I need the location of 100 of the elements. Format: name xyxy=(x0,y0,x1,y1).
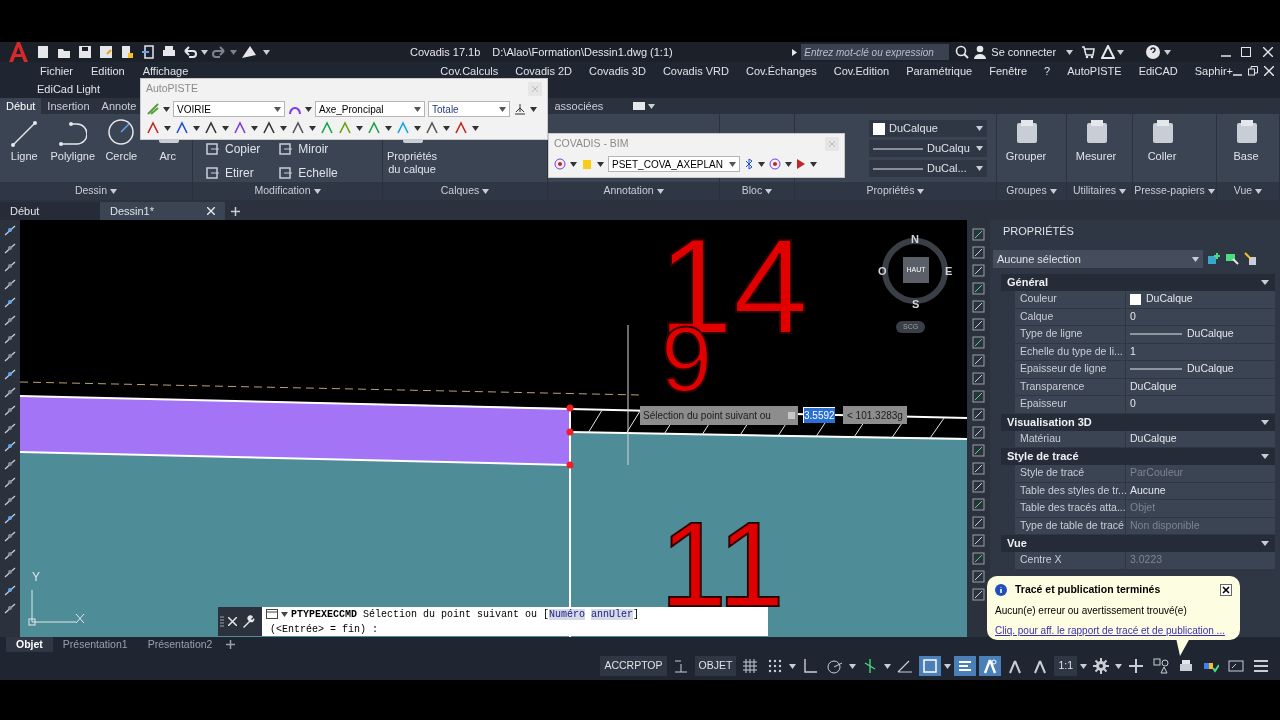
save-icon[interactable] xyxy=(78,45,92,59)
layout-tab[interactable]: Présentation1 xyxy=(52,637,138,652)
ribbon-panel-title[interactable]: Modification xyxy=(193,182,382,200)
add-layout-icon[interactable] xyxy=(226,640,236,649)
search-icon[interactable] xyxy=(955,45,970,59)
drawing-tool-icon[interactable] xyxy=(972,228,985,241)
ribbon-tool-button[interactable]: Grouper xyxy=(1001,118,1051,163)
drawing-tool-icon[interactable] xyxy=(4,350,16,363)
caret-icon[interactable] xyxy=(274,106,281,112)
caret-icon[interactable] xyxy=(313,188,321,194)
print-icon[interactable] xyxy=(162,45,176,59)
drawing-tool-icon[interactable] xyxy=(4,512,16,525)
drawing-tool-icon[interactable] xyxy=(4,602,16,615)
caret-icon[interactable] xyxy=(443,125,450,131)
undo-icon[interactable] xyxy=(183,45,197,59)
ribbon-panel-title[interactable]: Bloc xyxy=(720,182,794,200)
drawing-tool-icon[interactable] xyxy=(972,534,985,547)
caret-icon[interactable] xyxy=(110,188,118,194)
caret-icon[interactable] xyxy=(414,125,421,131)
toolbar-tool-icon[interactable] xyxy=(291,121,305,135)
drawing-tool-icon[interactable] xyxy=(972,588,985,601)
app-logo-icon[interactable] xyxy=(7,42,29,62)
caret-icon[interactable] xyxy=(472,125,479,131)
caret-icon[interactable] xyxy=(1080,663,1087,669)
drawing-tool-icon[interactable] xyxy=(972,318,985,331)
drawing-tool-icon[interactable] xyxy=(972,462,985,475)
caret-icon[interactable] xyxy=(570,161,577,167)
caret-icon[interactable] xyxy=(385,125,392,131)
drawing-tool-icon[interactable] xyxy=(972,498,985,511)
file-tab[interactable]: Début xyxy=(0,202,100,220)
drawing-tool-icon[interactable] xyxy=(4,584,16,597)
save-as-icon[interactable] xyxy=(99,45,113,59)
polar-icon[interactable] xyxy=(827,658,844,674)
maximize-icon[interactable] xyxy=(1241,47,1252,57)
drawing-tool-icon[interactable] xyxy=(4,548,16,561)
ribbon-tab[interactable]: Insertion xyxy=(41,98,96,114)
plus-icon[interactable] xyxy=(1128,658,1144,674)
caret-icon[interactable] xyxy=(251,125,258,131)
toolbar-tool-icon[interactable] xyxy=(425,121,439,135)
command-window-icon[interactable] xyxy=(266,609,278,619)
property-dropdown[interactable]: DuCalque xyxy=(869,120,987,137)
publish-icon[interactable] xyxy=(241,45,257,59)
caret-icon[interactable] xyxy=(976,166,983,171)
grip-point[interactable] xyxy=(566,461,574,469)
ribbon-tab[interactable]: Annote xyxy=(95,98,143,114)
drawing-tool-icon[interactable] xyxy=(4,332,16,345)
snap-icon[interactable] xyxy=(767,658,784,674)
toolbar-tool-icon[interactable] xyxy=(204,121,218,135)
caret-icon[interactable] xyxy=(163,106,170,112)
drawing-tool-icon[interactable] xyxy=(4,314,16,327)
ribbon-panel-title[interactable]: Groupes xyxy=(997,182,1066,200)
property-value[interactable]: 0 xyxy=(1126,396,1275,413)
drawing-tool-icon[interactable] xyxy=(4,368,16,381)
caret-icon[interactable] xyxy=(976,146,983,151)
caret-icon[interactable] xyxy=(849,663,857,669)
caret-icon[interactable] xyxy=(193,125,200,131)
ribbon-panel-title[interactable]: Propriétés xyxy=(795,182,996,200)
menu-item[interactable]: Covadis 2D xyxy=(515,62,573,80)
menu-item[interactable]: Paramétrique xyxy=(906,62,973,80)
ribbon-tool-button[interactable]: Cercle xyxy=(101,118,142,163)
ribbon-tool-button[interactable]: Etirer xyxy=(205,164,265,182)
menu-item[interactable]: EdiCAD xyxy=(1138,62,1178,80)
search-field[interactable]: Entrez mot-clé ou expression xyxy=(801,44,950,60)
menu-item[interactable]: Fenêtre xyxy=(989,62,1028,80)
drawing-tool-icon[interactable] xyxy=(972,300,985,313)
property-value[interactable]: Aucune xyxy=(1126,482,1275,499)
caret-icon[interactable] xyxy=(1066,49,1074,55)
ortho-icon[interactable] xyxy=(802,658,819,674)
caret-icon[interactable] xyxy=(729,161,736,167)
property-value[interactable]: DuCalque xyxy=(1126,378,1275,395)
drawing-tool-icon[interactable] xyxy=(972,264,985,277)
menu-item[interactable]: AutoPISTE xyxy=(1067,62,1122,80)
restore-icon[interactable] xyxy=(1248,66,1258,76)
collapse-arrow-icon[interactable] xyxy=(1261,280,1269,285)
menu-item[interactable]: ? xyxy=(1044,62,1051,80)
new-file-icon[interactable] xyxy=(36,45,50,59)
toolbar-tool-icon[interactable] xyxy=(233,121,247,135)
caret-icon[interactable] xyxy=(785,161,792,167)
select-objects-icon[interactable] xyxy=(1225,252,1239,266)
layout-tab[interactable]: Présentation2 xyxy=(137,637,223,652)
caret-icon[interactable] xyxy=(656,188,664,194)
printer-icon[interactable] xyxy=(1178,658,1194,674)
compass-label[interactable]: E xyxy=(945,263,953,280)
dynamic-angle-field[interactable]: < 101.3283g xyxy=(843,406,907,424)
ribbon-tool-button[interactable]: Coller xyxy=(1137,118,1187,163)
toolbar-dropdown[interactable]: Axe_Proncipal xyxy=(315,101,425,117)
toolbar-tool-icon[interactable] xyxy=(262,121,276,135)
export-icon[interactable] xyxy=(141,45,155,59)
caret-icon[interactable] xyxy=(1192,256,1199,262)
drawing-tool-icon[interactable] xyxy=(4,404,16,417)
toolbar-dropdown[interactable]: Totale xyxy=(428,101,510,117)
document-icon[interactable] xyxy=(120,45,134,59)
caret-icon[interactable] xyxy=(164,125,171,131)
layout-tab[interactable]: Objet xyxy=(6,637,53,652)
ribbon-tool-button[interactable]: Mesurer xyxy=(1071,118,1121,163)
report-link[interactable]: Cliq. pour aff. le rapport de tracé et de publication ... xyxy=(995,622,1232,638)
ribbon-tab[interactable]: Début xyxy=(0,98,42,114)
file-tab[interactable]: Dessin1* xyxy=(100,202,225,220)
ribbon-tool-button[interactable]: Polyligne xyxy=(50,118,96,163)
caret-icon[interactable] xyxy=(356,125,363,131)
